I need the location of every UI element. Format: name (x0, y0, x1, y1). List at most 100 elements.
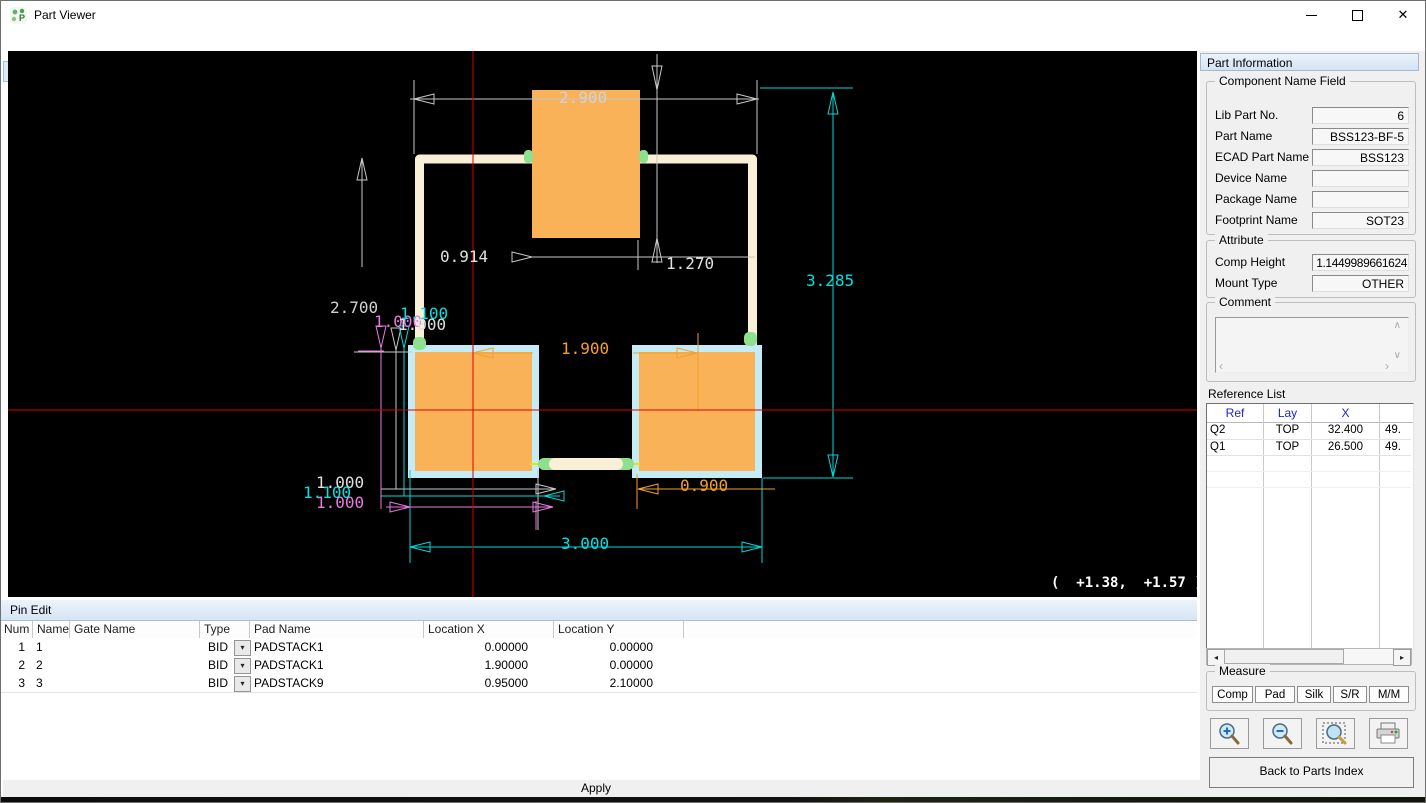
dim-label-silk-height: 2.700 (330, 300, 378, 316)
back-to-parts-index-button[interactable]: Back to Parts Index (1209, 757, 1414, 788)
silk-bar (549, 458, 623, 470)
measure-mm-button[interactable]: M/M (1369, 686, 1409, 703)
pin-type-cell[interactable]: BID (208, 674, 232, 692)
col-name: Name (33, 621, 69, 638)
print-button[interactable] (1369, 718, 1408, 749)
cad-viewport[interactable]: 2.900 0.914 1.270 2.700 1.000 1.000 1.10… (8, 51, 1197, 597)
dim-label-total-width: 3.000 (561, 536, 609, 552)
pin-locy-cell[interactable]: 2.10000 (554, 674, 653, 692)
col-gate-name: Gate Name (70, 621, 135, 638)
reference-list-title: Reference List (1208, 387, 1285, 401)
pin-num-cell[interactable]: 1 (0, 638, 25, 656)
footprint-drawing (8, 51, 1197, 597)
zoom-in-button[interactable] (1210, 718, 1249, 749)
pin-type-cell[interactable]: BID (208, 638, 232, 656)
field-label: Lib Part No. (1215, 107, 1278, 124)
app-icon: P (10, 7, 27, 24)
pin-gate-cell[interactable] (74, 638, 198, 656)
zoom-out-icon (1264, 719, 1301, 748)
lay-value: TOP (1264, 441, 1311, 453)
maximize-icon (1352, 10, 1363, 21)
pin-mark (744, 332, 757, 346)
pin-locy-cell[interactable]: 0.00000 (554, 638, 653, 656)
pad-2 (639, 352, 755, 471)
pin-gate-cell[interactable] (74, 656, 198, 674)
minimize-icon (1306, 15, 1317, 16)
col-type: Type (200, 621, 230, 638)
package-name-field[interactable] (1312, 191, 1409, 208)
comp-height-field[interactable]: 1.1449989661624 (1312, 254, 1409, 271)
ref-value: Q1 (1210, 441, 1225, 453)
device-name-field[interactable] (1312, 170, 1409, 187)
measure-silk-button[interactable]: Silk (1297, 686, 1331, 703)
reference-list-hscrollbar[interactable]: ◂ ▸ (1206, 648, 1412, 665)
zoom-in-icon (1211, 719, 1248, 748)
pin-gate-cell[interactable] (74, 674, 198, 692)
pin-num-cell[interactable]: 2 (0, 656, 25, 674)
apply-button[interactable]: Apply (2, 779, 1317, 799)
scroll-right-icon[interactable]: › (1385, 359, 1389, 373)
pin-pad-cell[interactable]: PADSTACK1 (254, 638, 422, 656)
part-information-panel: Part Information Component Name Field Li… (1200, 51, 1426, 797)
pin-name-cell[interactable]: 1 (36, 638, 69, 656)
pin-locy-cell[interactable]: 0.00000 (554, 656, 653, 674)
pin-name-cell[interactable]: 2 (36, 656, 69, 674)
x-value: 26.500 (1312, 441, 1379, 453)
maximize-button[interactable] (1334, 0, 1380, 30)
footprint-name-field[interactable]: SOT23 (1312, 212, 1409, 229)
measure-group: Measure Comp Pad Silk S/R M/M (1206, 671, 1416, 711)
pin-type-cell[interactable]: BID (208, 656, 232, 674)
scroll-thumb[interactable] (1224, 649, 1344, 664)
col-location-x: Location X (424, 621, 485, 638)
scroll-left-icon[interactable]: ‹ (1219, 359, 1223, 373)
pin-name-cell[interactable]: 3 (36, 674, 69, 692)
pin-pad-cell[interactable]: PADSTACK9 (254, 674, 422, 692)
minimize-button[interactable] (1288, 0, 1334, 30)
pin-locx-cell[interactable]: 1.90000 (424, 656, 528, 674)
field-label: Mount Type (1215, 275, 1277, 292)
scroll-right-button[interactable]: ▸ (1393, 649, 1411, 666)
measure-comp-button[interactable]: Comp (1212, 686, 1253, 703)
close-icon: ✕ (1398, 7, 1409, 22)
ref-col: Ref (1207, 406, 1263, 420)
measure-pad-button[interactable]: Pad (1255, 686, 1295, 703)
reference-row[interactable]: Q2 TOP 32.400 49. (1207, 423, 1411, 439)
lib-part-no-field[interactable]: 6 (1312, 107, 1409, 124)
comment-group: Comment ∧ ∨ ‹ › (1206, 302, 1416, 382)
pin-pad-cell[interactable]: PADSTACK1 (254, 656, 422, 674)
lay-value: TOP (1264, 424, 1311, 436)
dim-label-mid-cyan: 1.100 (400, 306, 448, 322)
field-label: Footprint Name (1215, 212, 1298, 229)
measure-sr-button[interactable]: S/R (1333, 686, 1367, 703)
ref-value: Q2 (1210, 424, 1225, 436)
dim-label-pad2-width: 0.900 (680, 478, 728, 494)
attribute-group: Attribute Comp Height 1.1449989661624 Mo… (1206, 240, 1416, 298)
dim-label-total-height: 3.285 (806, 273, 854, 289)
type-dropdown-button[interactable]: ▾ (234, 658, 251, 674)
type-dropdown-button[interactable]: ▾ (234, 676, 251, 692)
part-information-header: Part Information (1200, 53, 1419, 71)
apply-label: Apply (581, 781, 611, 795)
zoom-window-button[interactable] (1316, 718, 1355, 749)
dim-label-top-width: 2.900 (559, 90, 607, 106)
scroll-down-icon[interactable]: ∨ (1394, 350, 1401, 361)
pin-row: 1 1 BID ▾ PADSTACK1 0.00000 0.00000 (0, 638, 1197, 657)
close-button[interactable]: ✕ (1380, 0, 1426, 30)
type-dropdown-button[interactable]: ▾ (234, 640, 251, 656)
pin-locx-cell[interactable]: 0.00000 (424, 638, 528, 656)
pin-num-cell[interactable]: 3 (0, 674, 25, 692)
field-label: Part Name (1215, 128, 1272, 145)
taskbar-sliver (0, 797, 1426, 803)
dim-label-pitch: 1.900 (561, 341, 609, 357)
zoom-out-button[interactable] (1263, 718, 1302, 749)
reference-row[interactable]: Q1 TOP 26.500 49. (1207, 439, 1411, 456)
menu-bar: File View Tool (0, 30, 1426, 51)
pin-locx-cell[interactable]: 0.95000 (424, 674, 528, 692)
scroll-up-icon[interactable]: ∧ (1394, 320, 1401, 331)
pin-row: 2 2 BID ▾ PADSTACK1 1.90000 0.00000 (0, 656, 1197, 675)
mount-type-field[interactable]: OTHER (1312, 275, 1409, 292)
ecad-part-name-field[interactable]: BSS123 (1312, 149, 1409, 166)
part-name-field[interactable]: BSS123-BF-5 (1312, 128, 1409, 145)
comment-textarea[interactable] (1215, 317, 1409, 373)
arrow-right-icon: ▸ (1400, 653, 1404, 662)
